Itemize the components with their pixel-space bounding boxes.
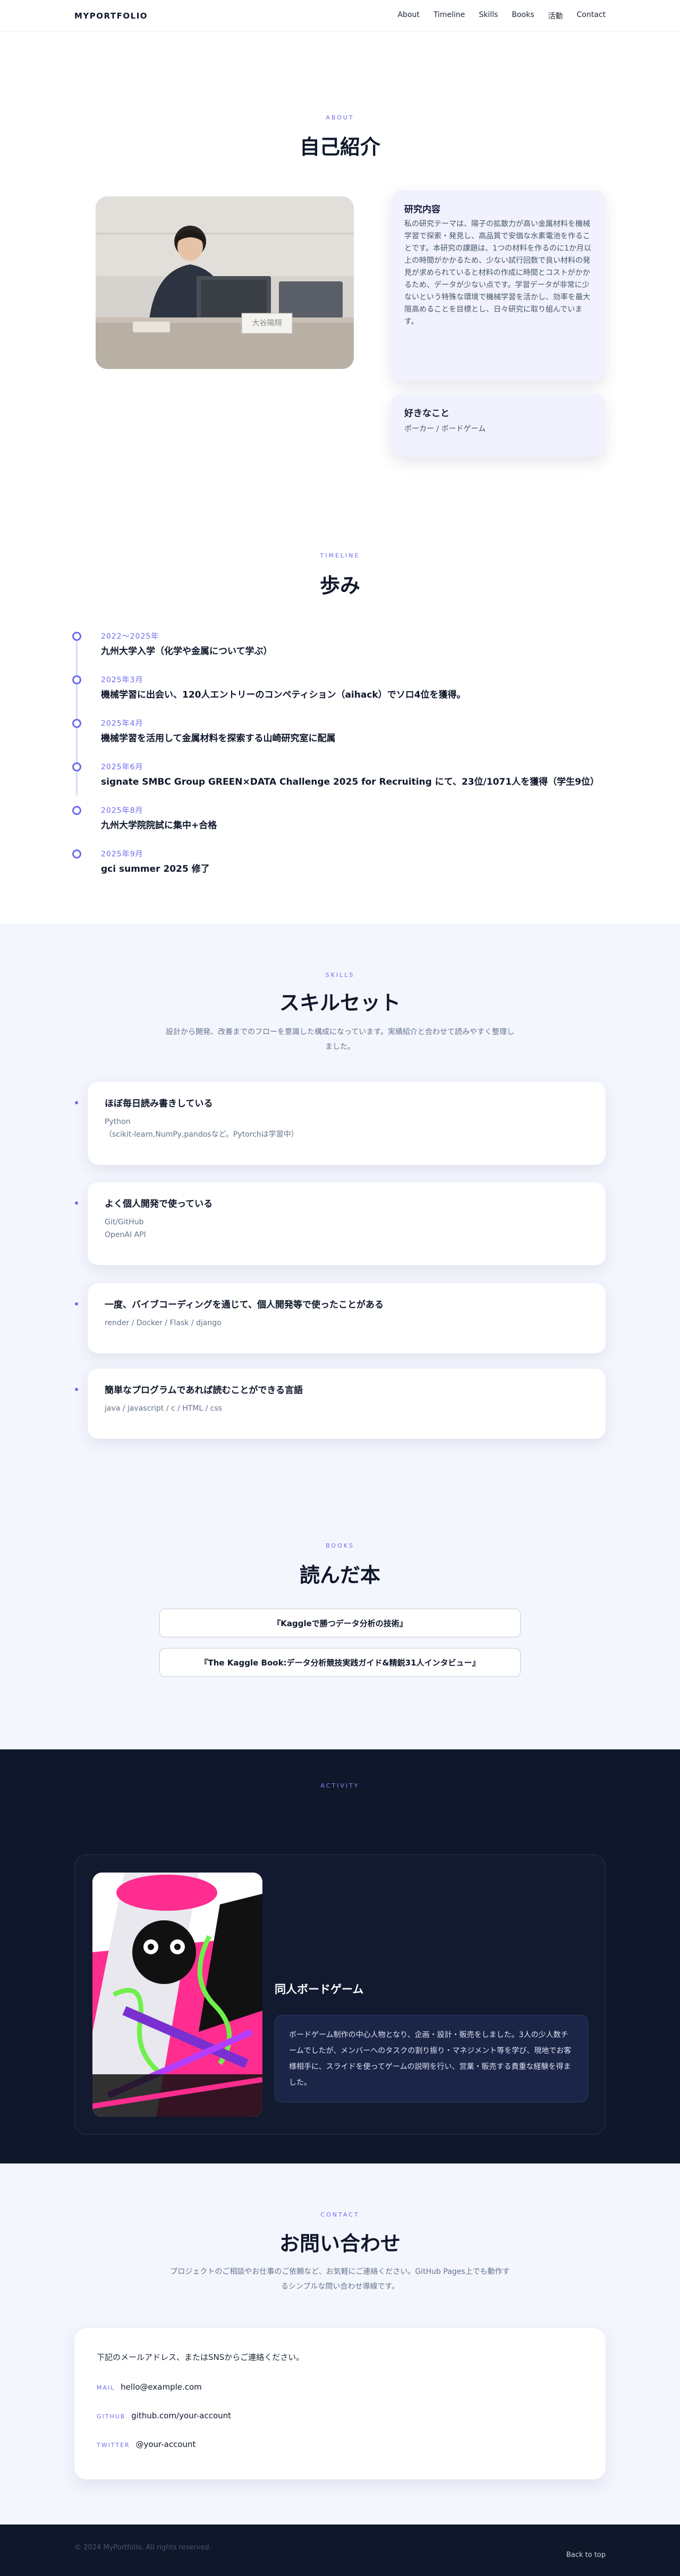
activity-eyebrow: ACTIVITY xyxy=(320,1782,360,1789)
back-to-top-link[interactable]: Back to top xyxy=(566,2551,606,2559)
skill-detail-line: Git/GitHub xyxy=(105,1218,144,1226)
contact-description: プロジェクトのご相談やお仕事のご依頼など、お気軽にご連絡ください。GitHub … xyxy=(170,2268,510,2291)
skill-title: よく個人開発で使っている xyxy=(105,1199,213,1209)
timeline-dot-icon xyxy=(72,675,81,684)
timeline-date: 2025年8月 xyxy=(101,806,143,815)
books-section: BOOKS 読んだ本 『Kaggleで勝つデータ分析の技術』 『The Kagg… xyxy=(0,1534,680,1749)
timeline-text: 九州大学院院試に集中+合格 xyxy=(101,820,217,831)
skill-detail-line: OpenAI API xyxy=(105,1231,146,1239)
timeline-date: 2025年6月 xyxy=(101,763,143,771)
timeline-date: 2025年3月 xyxy=(101,676,143,684)
timeline-eyebrow: TIMELINE xyxy=(320,552,360,559)
site-footer: © 2024 MyPortfolio. All rights reserved.… xyxy=(0,2525,680,2576)
skills-section: SKILLS スキルセット 設計から開発、改善までのフローを意識した構成になって… xyxy=(0,924,680,1534)
contact-eyebrow: CONTACT xyxy=(320,2211,360,2218)
contact-mail-row: MAIL hello@example.com xyxy=(97,2382,202,2392)
contact-github-row: GITHUB github.com/your-account xyxy=(97,2411,231,2420)
skill-detail-line: Python xyxy=(105,1118,131,1126)
contact-card: 下記のメールアドレス、またはSNSからご連絡ください。 MAIL hello@e… xyxy=(74,2328,606,2479)
skill-detail-line: java / javascript / c / HTML / css xyxy=(105,1404,223,1413)
skill-title: 一度、バイブコーディングを通じて、個人開発等で使ったことがある xyxy=(105,1300,384,1310)
contact-intro: 下記のメールアドレス、またはSNSからご連絡ください。 xyxy=(97,2352,304,2362)
timeline-section: TIMELINE 歩み 2022〜2025年 九州大学入学（化学や金属について学… xyxy=(0,478,680,924)
github-link[interactable]: github.com/your-account xyxy=(131,2411,231,2420)
mail-link[interactable]: hello@example.com xyxy=(121,2382,202,2392)
nav-contact[interactable]: Contact xyxy=(577,11,606,21)
timeline-date: 2025年4月 xyxy=(101,719,143,728)
skill-card: ほぼ毎日読み書きしている Python （scikit-learn,NumPy,… xyxy=(75,1082,606,1165)
twitter-label: TWITTER xyxy=(97,2442,130,2449)
main-nav: About Timeline Skills Books 活動 Contact xyxy=(397,11,606,21)
timeline-text: gci summer 2025 修了 xyxy=(101,864,210,874)
nav-books[interactable]: Books xyxy=(512,11,534,21)
bullet-icon xyxy=(75,1101,78,1104)
boardgame-art-illustration xyxy=(92,1873,262,2117)
bullet-icon xyxy=(75,1302,78,1306)
mail-label: MAIL xyxy=(97,2384,115,2391)
research-text: 私の研究テーマは、陽子の拡散力が高い金属材料を機械学習で探索・発見し、高品質で安… xyxy=(404,220,591,326)
nav-about[interactable]: About xyxy=(397,11,419,21)
timeline-dot-icon xyxy=(72,762,81,771)
skills-eyebrow: SKILLS xyxy=(325,972,355,978)
books-title: 読んだ本 xyxy=(299,1564,380,1587)
timeline-text: signate SMBC Group GREEN×DATA Challenge … xyxy=(101,777,599,787)
book-item[interactable]: 『The Kaggle Book:データ分析競技実践ガイド&精鋭31人インタビュ… xyxy=(159,1648,521,1677)
timeline-date: 2022〜2025年 xyxy=(101,632,159,641)
hobby-title: 好きなこと xyxy=(404,408,449,419)
site-logo[interactable]: MYPORTFOLIO xyxy=(74,11,148,21)
nav-activity[interactable]: 活動 xyxy=(548,11,563,21)
skill-detail-line: （scikit-learn,NumPy,pandosなど。Pytorchは学習中… xyxy=(105,1130,299,1139)
timeline-text: 機械学習を活用して金属材料を探索する山崎研究室に配属 xyxy=(101,733,336,744)
timeline-dot-icon xyxy=(72,849,81,858)
profile-photo-illustration xyxy=(96,196,354,369)
activity-description: ボードゲーム制作の中心人物となり、企画・設計・販売をしました。3人の少人数チーム… xyxy=(275,2015,588,2102)
profile-photo: 大谷陽翔 xyxy=(96,196,354,369)
skill-title: 簡単なプログラムであれば読むことができる言語 xyxy=(105,1385,303,1396)
skill-detail-line: render / Docker / Flask / django xyxy=(105,1319,222,1327)
book-item[interactable]: 『Kaggleで勝つデータ分析の技術』 xyxy=(159,1609,521,1637)
site-header: MYPORTFOLIO About Timeline Skills Books … xyxy=(0,0,680,32)
hobby-text: ポーカー / ボードゲーム xyxy=(404,425,486,433)
skill-card: よく個人開発で使っている Git/GitHub OpenAI API xyxy=(75,1182,606,1265)
footer-copyright: © 2024 MyPortfolio. All rights reserved. xyxy=(74,2544,211,2552)
skill-card: 一度、バイブコーディングを通じて、個人開発等で使ったことがある render /… xyxy=(75,1283,606,1353)
timeline-text: 機械学習に出会い、120人エントリーのコンペティション（aihack）でソロ4位… xyxy=(101,690,466,700)
skill-title: ほぼ毎日読み書きしている xyxy=(105,1098,213,1109)
skills-title: スキルセット xyxy=(279,991,401,1015)
boardgame-artwork xyxy=(92,1873,262,2117)
contact-title: お問い合わせ xyxy=(279,2232,401,2255)
github-label: GITHUB xyxy=(97,2413,126,2420)
about-eyebrow: ABOUT xyxy=(326,114,354,121)
nav-timeline[interactable]: Timeline xyxy=(434,11,465,21)
timeline-dot-icon xyxy=(72,719,81,728)
skill-detail: Python （scikit-learn,NumPy,pandosなど。Pyto… xyxy=(105,1115,589,1141)
skill-detail: render / Docker / Flask / django xyxy=(105,1317,589,1329)
skills-description: 設計から開発、改善までのフローを意識した構成になっています。実績紹介と合わせて読… xyxy=(166,1028,514,1051)
research-title: 研究内容 xyxy=(404,204,440,215)
contact-twitter-row: TWITTER @your-account xyxy=(97,2440,196,2449)
nav-skills[interactable]: Skills xyxy=(479,11,498,21)
about-title: 自己紹介 xyxy=(299,135,380,159)
timeline-date: 2025年9月 xyxy=(101,850,143,858)
skill-detail: java / javascript / c / HTML / css xyxy=(105,1402,589,1415)
hobby-card: 好きなこと ポーカー / ボードゲーム xyxy=(392,394,605,457)
timeline-dot-icon xyxy=(72,632,81,641)
contact-section: CONTACT お問い合わせ プロジェクトのご相談やお仕事のご依頼など、お気軽に… xyxy=(0,2163,680,2525)
timeline-dot-icon xyxy=(72,806,81,815)
bullet-icon xyxy=(75,1388,78,1391)
skill-detail: Git/GitHub OpenAI API xyxy=(105,1216,589,1241)
bullet-icon xyxy=(75,1201,78,1205)
books-eyebrow: BOOKS xyxy=(326,1542,354,1549)
skill-card: 簡単なプログラムであれば読むことができる言語 java / javascript… xyxy=(75,1369,606,1439)
timeline-title: 歩み xyxy=(319,574,360,597)
research-card: 研究内容 私の研究テーマは、陽子の拡散力が高い金属材料を機械学習で探索・発見し、… xyxy=(392,190,605,381)
about-section: ABOUT 自己紹介 大谷陽翔 研究内容 私の研究テーマは、陽子の拡散力が高い金… xyxy=(0,32,680,478)
timeline-text: 九州大学入学（化学や金属について学ぶ） xyxy=(101,646,273,657)
activity-section: ACTIVITY 同人ボードゲーム ボードゲーム制作の中心人物となり、企画・設計… xyxy=(0,1749,680,2163)
activity-title: 同人ボードゲーム xyxy=(275,1983,364,1996)
twitter-link[interactable]: @your-account xyxy=(135,2440,196,2449)
photo-placard: 大谷陽翔 xyxy=(252,319,282,328)
